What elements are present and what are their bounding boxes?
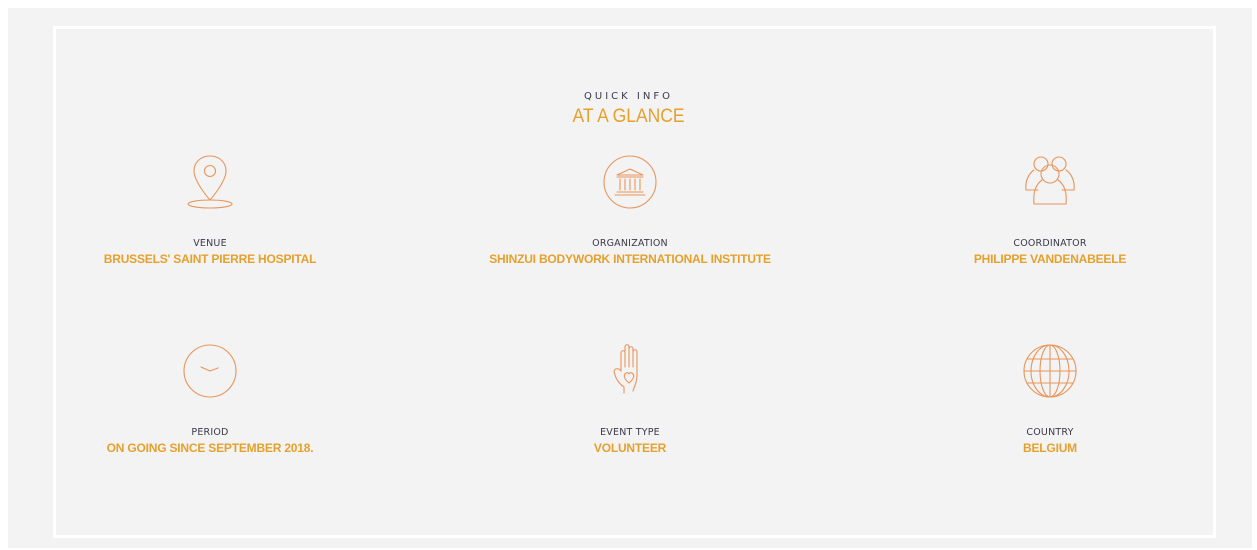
clock-icon [180,341,240,401]
quick-info-section [8,8,1252,548]
info-item-event-type: EVENT TYPE VOLUNTEER [430,341,830,455]
info-value: VOLUNTEER [593,441,667,455]
info-label: COORDINATOR [1013,238,1087,249]
info-value: PHILIPPE VANDENABEELE [973,252,1127,266]
info-value: BRUSSELS' SAINT PIERRE HOSPITAL [103,252,317,266]
info-item-coordinator: COORDINATOR PHILIPPE VANDENABEELE [850,152,1250,266]
map-pin-icon [180,152,240,212]
hand-heart-icon [600,341,660,401]
section-eyebrow: QUICK INFO [584,91,673,102]
info-item-period: PERIOD ON GOING SINCE SEPTEMBER 2018. [10,341,410,455]
globe-icon [1020,341,1080,401]
institution-icon [600,152,660,212]
info-value: ON GOING SINCE SEPTEMBER 2018. [106,441,314,455]
info-item-venue: VENUE BRUSSELS' SAINT PIERRE HOSPITAL [10,152,410,266]
quick-info-frame [53,26,1216,538]
info-label: EVENT TYPE [600,427,660,438]
info-label: PERIOD [191,427,229,438]
info-value: SHINZUI BODYWORK INTERNATIONAL INSTITUTE [489,252,771,266]
info-label: ORGANIZATION [592,238,668,249]
info-label: COUNTRY [1026,427,1074,438]
info-item-organization: ORGANIZATION SHINZUI BODYWORK INTERNATIO… [430,152,830,266]
people-icon [1020,152,1080,212]
info-label: VENUE [193,238,227,249]
info-item-country: COUNTRY BELGIUM [850,341,1250,455]
info-value: BELGIUM [1023,441,1077,455]
section-title: AT A GLANCE [572,106,685,127]
